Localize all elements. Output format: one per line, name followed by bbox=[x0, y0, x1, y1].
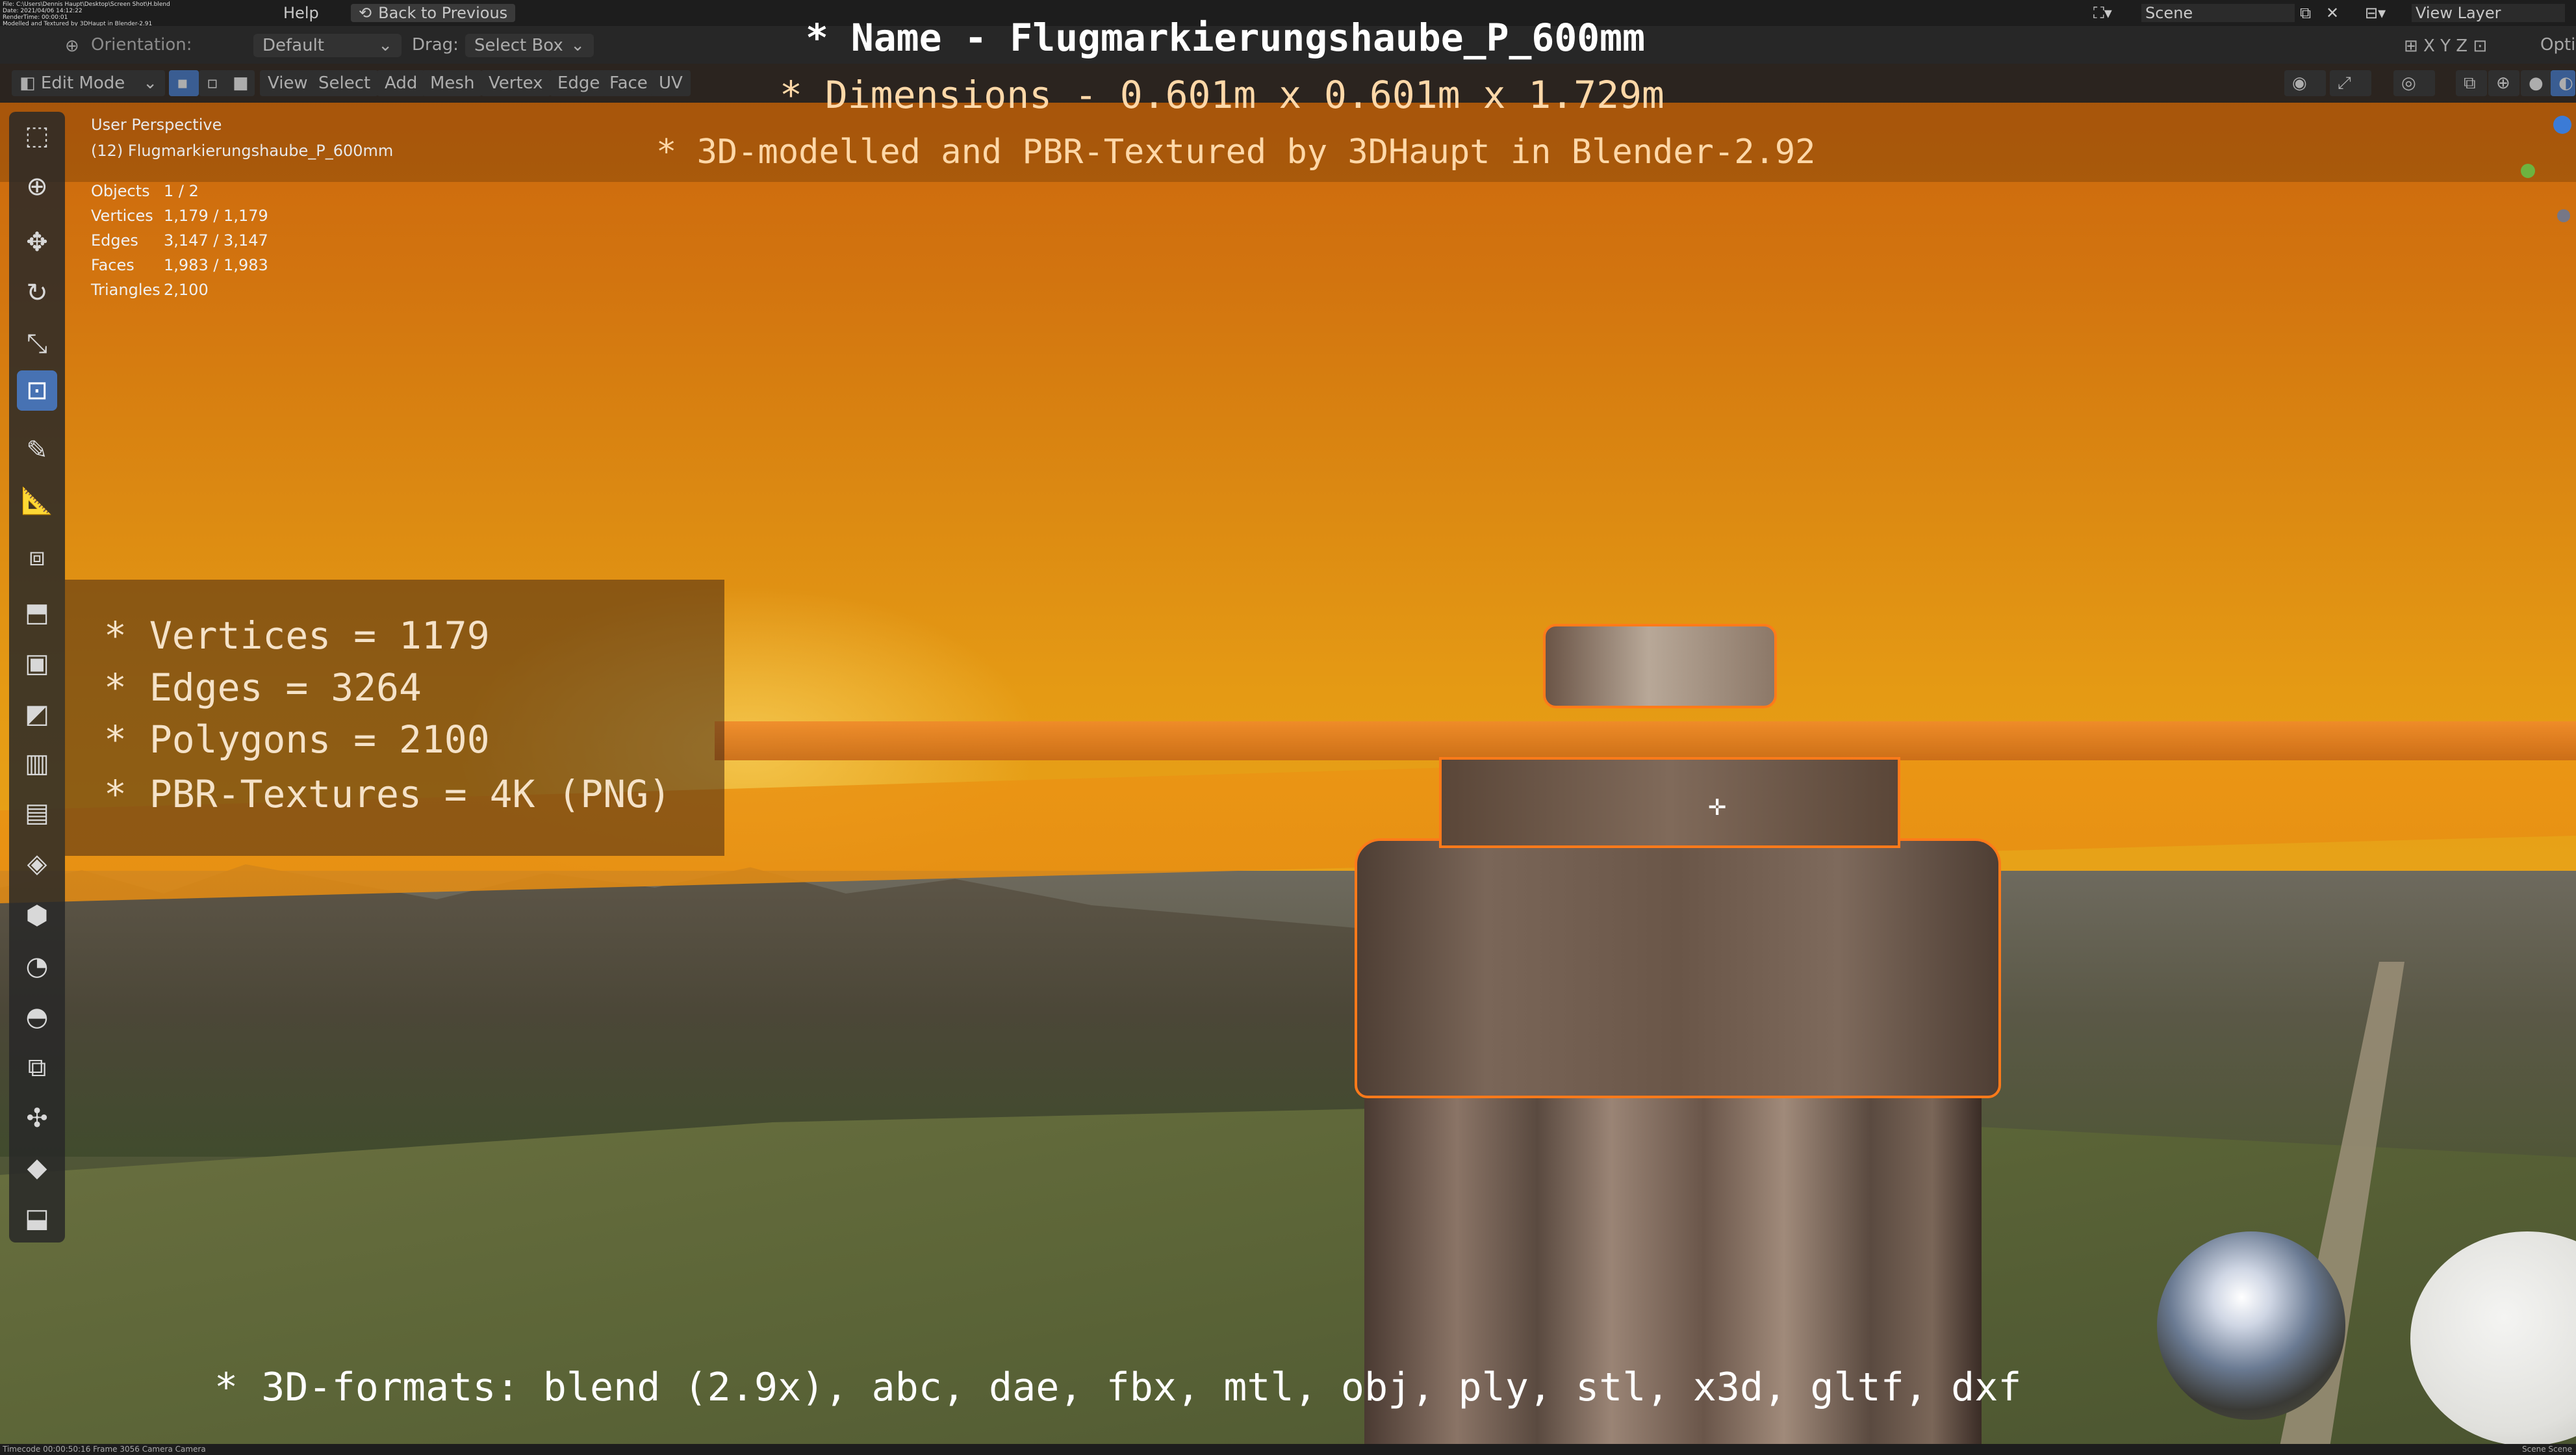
move-tool-icon[interactable]: ✥ bbox=[17, 222, 57, 263]
close-scene-icon[interactable]: ✕ bbox=[2326, 4, 2339, 22]
debug-line: File: C:\Users\Dennis Haupt\Desktop\Scre… bbox=[3, 1, 170, 8]
shear-tool-icon[interactable]: ◆ bbox=[17, 1148, 57, 1188]
status-left: Timecode 00:00:50:16 Frame 3056 Camera C… bbox=[3, 1445, 206, 1454]
hdri-preview-sphere-chrome bbox=[2157, 1231, 2345, 1420]
extrude-tool-icon[interactable]: ⬒ bbox=[17, 593, 57, 633]
bevel-tool-icon[interactable]: ◩ bbox=[17, 694, 57, 734]
hood-rim-edge bbox=[715, 721, 2576, 760]
overlay-dimensions-line: * Dimensions - 0.601m x 0.601m x 1.729m bbox=[780, 73, 1664, 117]
debug-line: Date: 2021/04/06 14:12:22 bbox=[3, 8, 83, 14]
scene-selector-icon[interactable]: ⛶▾ bbox=[2093, 4, 2112, 22]
gizmo-z-axis-icon[interactable] bbox=[2553, 116, 2571, 134]
scene-field[interactable]: Scene bbox=[2141, 4, 2295, 22]
gizmo-y-axis-icon[interactable] bbox=[2521, 164, 2535, 178]
loop-cut-tool-icon[interactable]: ▥ bbox=[17, 743, 57, 784]
spin-tool-icon[interactable]: ◔ bbox=[17, 946, 57, 986]
stat-value: 3,147 / 3,147 bbox=[164, 231, 268, 250]
select-box-tool-icon[interactable]: ⬚ bbox=[17, 116, 57, 156]
toolbar-left: ⬚ ⊕ ✥ ↻ ⤡ ⊡ ✎ 📐 ⧈ ⬒ ▣ ◩ ▥ ▤ ◈ ⬢ ◔ ◓ ⧉ ✣ … bbox=[9, 112, 65, 1243]
view-layer-icon[interactable]: ⊟▾ bbox=[2365, 4, 2386, 22]
overlay-stat-textures: * PBR-Textures = 4K (PNG) bbox=[104, 772, 671, 816]
cap-top-nut-mesh bbox=[1543, 624, 1777, 708]
3d-cursor-icon[interactable]: ✛ bbox=[1706, 797, 1728, 819]
stat-label: Faces bbox=[91, 256, 134, 274]
overlay-formats-line: * 3D-formats: blend (2.9x), abc, dae, fb… bbox=[214, 1365, 2022, 1410]
poly-build-tool-icon[interactable]: ⬢ bbox=[17, 895, 57, 936]
cap-base-mesh bbox=[1355, 838, 2001, 1098]
smooth-tool-icon[interactable]: ◓ bbox=[17, 997, 57, 1037]
cursor-tool-icon[interactable]: ⊕ bbox=[17, 166, 57, 207]
knife-tool-icon[interactable]: ◈ bbox=[17, 843, 57, 884]
back-to-previous-label: Back to Previous bbox=[378, 4, 508, 22]
overlay-stat-vertices: * Vertices = 1179 bbox=[104, 613, 490, 658]
scale-tool-icon[interactable]: ⤡ bbox=[17, 324, 57, 364]
back-to-previous-button[interactable]: ⟲ Back to Previous bbox=[351, 4, 516, 22]
rip-region-tool-icon[interactable]: ⬓ bbox=[17, 1198, 57, 1239]
add-cube-tool-icon[interactable]: ⧈ bbox=[17, 537, 57, 577]
stat-label: Vertices bbox=[91, 207, 153, 225]
overlay-stat-edges: * Edges = 3264 bbox=[104, 665, 422, 710]
transform-tool-icon[interactable]: ⊡ bbox=[17, 370, 57, 411]
status-right: Scene Scene bbox=[2522, 1445, 2572, 1454]
stat-value: 1 / 2 bbox=[164, 182, 199, 200]
edge-slide-tool-icon[interactable]: ⧉ bbox=[17, 1048, 57, 1088]
stat-value: 1,179 / 1,179 bbox=[164, 207, 268, 225]
status-bar: Timecode 00:00:50:16 Frame 3056 Camera C… bbox=[0, 1444, 2576, 1455]
measure-tool-icon[interactable]: 📐 bbox=[17, 481, 57, 521]
debug-line: RenderTime: 00:00:01 bbox=[3, 14, 68, 21]
debug-stamp: File: C:\Users\Dennis Haupt\Desktop\Scre… bbox=[3, 1, 236, 27]
viewport-perspective: User Perspective bbox=[91, 116, 222, 134]
gizmo-neg-z-axis-icon[interactable] bbox=[2557, 209, 2570, 222]
stat-label: Triangles bbox=[91, 281, 160, 299]
menu-help[interactable]: Help bbox=[283, 4, 319, 22]
stat-label: Edges bbox=[91, 231, 138, 250]
overlay-credit-line: * 3D-modelled and PBR-Textured by 3DHaup… bbox=[656, 133, 1816, 172]
rotate-tool-icon[interactable]: ↻ bbox=[17, 273, 57, 313]
copy-scene-icon[interactable]: ⧉ bbox=[2300, 4, 2311, 22]
shrink-fatten-tool-icon[interactable]: ✣ bbox=[17, 1098, 57, 1139]
overlay-name-line: * Name - Flugmarkierungshaube_P_600mm bbox=[806, 16, 1646, 60]
overlay-stat-polygons: * Polygons = 2100 bbox=[104, 717, 490, 762]
inset-tool-icon[interactable]: ▣ bbox=[17, 643, 57, 684]
stat-label: Objects bbox=[91, 182, 150, 200]
viewport-object-name: (12) Flugmarkierungshaube_P_600mm bbox=[91, 142, 394, 160]
view-layer-field[interactable]: View Layer bbox=[2412, 4, 2565, 22]
cap-middle-mesh bbox=[1439, 757, 1900, 848]
offset-edge-tool-icon[interactable]: ▤ bbox=[17, 793, 57, 833]
back-icon: ⟲ bbox=[359, 4, 372, 22]
stat-value: 2,100 bbox=[164, 281, 209, 299]
stat-value: 1,983 / 1,983 bbox=[164, 256, 268, 274]
annotate-tool-icon[interactable]: ✎ bbox=[17, 430, 57, 470]
